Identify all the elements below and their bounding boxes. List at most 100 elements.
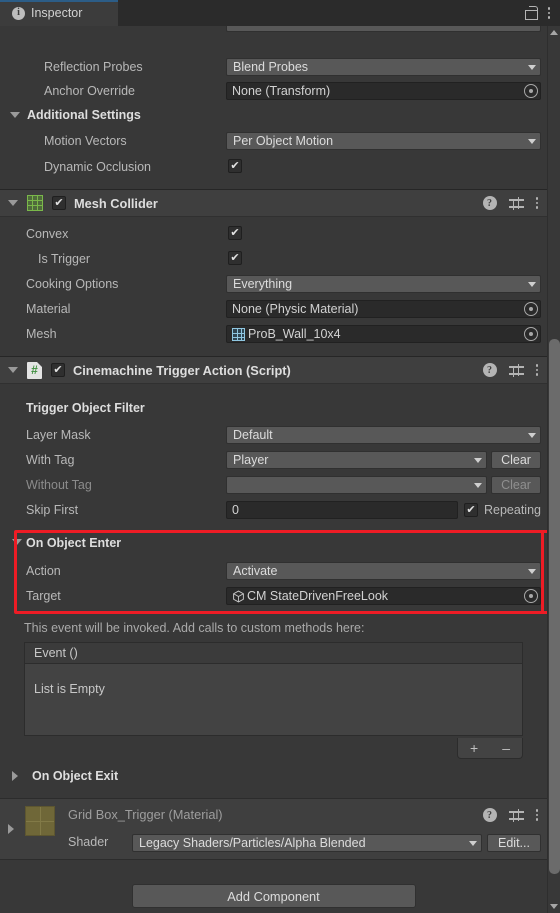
event-list-body[interactable]: List is Empty: [24, 664, 523, 736]
chevron-down-icon: [528, 568, 536, 574]
chevron-down-icon: [469, 840, 477, 846]
help-icon[interactable]: ?: [482, 196, 497, 210]
foldout-arrow-down-icon[interactable]: [8, 367, 18, 373]
clear-without-tag-button[interactable]: Clear: [491, 476, 541, 494]
field-reflection-probes: Blend Probes: [226, 58, 541, 76]
field-cooking-options: Everything: [226, 275, 541, 293]
popup-shader[interactable]: Legacy Shaders/Particles/Alpha Blended: [132, 834, 482, 852]
add-component-area: Add Component: [0, 872, 547, 913]
tab-inspector[interactable]: i Inspector: [0, 0, 118, 26]
info-icon: i: [12, 6, 25, 20]
event-list-header[interactable]: Event (): [24, 642, 523, 664]
label-is-trigger: Is Trigger: [38, 252, 91, 266]
label-enter-target: Target: [26, 589, 61, 603]
lock-open-icon[interactable]: [524, 6, 538, 20]
chevron-down-icon: [474, 457, 482, 463]
scroll-up-arrow[interactable]: [550, 30, 558, 35]
object-field-collider-material[interactable]: None (Physic Material): [226, 300, 541, 318]
edit-shader-button[interactable]: Edit...: [487, 834, 541, 852]
object-picker-icon[interactable]: [524, 302, 538, 316]
help-icon[interactable]: ?: [482, 363, 497, 377]
label-on-object-exit: On Object Exit: [32, 769, 119, 783]
foldout-arrow-down-icon: [10, 112, 20, 118]
foldout-arrow-down-icon: [12, 538, 22, 545]
object-field-anchor-override-value: None (Transform): [232, 84, 331, 98]
field-motion-vectors: Per Object Motion: [226, 132, 541, 150]
checkbox-repeating[interactable]: [464, 503, 478, 517]
object-picker-icon[interactable]: [524, 327, 538, 341]
preset-settings-icon[interactable]: [508, 196, 524, 210]
scrollbar-thumb[interactable]: [549, 339, 560, 874]
foldout-on-object-exit[interactable]: On Object Exit: [12, 766, 118, 786]
material-actions: ?: [482, 808, 538, 822]
foldout-arrow-down-icon[interactable]: [8, 200, 18, 206]
field-is-trigger: [228, 251, 242, 265]
field-skip-first: 0 Repeating: [226, 501, 541, 519]
kebab-menu-icon[interactable]: [535, 364, 538, 376]
component-header-cinemachine-trigger-action[interactable]: # Cinemachine Trigger Action (Script) ?: [0, 356, 547, 384]
foldout-material[interactable]: [8, 823, 21, 837]
mesh-icon: [232, 327, 245, 341]
popup-with-tag[interactable]: Player: [226, 451, 487, 469]
popup-without-tag[interactable]: [226, 476, 487, 494]
field-without-tag: Clear: [226, 476, 541, 494]
prefab-cube-icon: [232, 589, 245, 603]
object-picker-icon[interactable]: [524, 589, 538, 603]
label-dynamic-occlusion: Dynamic Occlusion: [44, 160, 151, 174]
kebab-menu-icon[interactable]: [535, 809, 538, 821]
add-component-button[interactable]: Add Component: [131, 884, 416, 908]
label-additional-settings: Additional Settings: [27, 108, 141, 122]
event-list: Event () List is Empty: [24, 642, 523, 736]
popup-motion-vectors[interactable]: Per Object Motion: [226, 132, 541, 150]
input-skip-first[interactable]: 0: [226, 501, 458, 519]
checkbox-mesh-collider-enabled[interactable]: [52, 196, 66, 210]
label-repeating: Repeating: [484, 503, 541, 517]
object-picker-icon[interactable]: [524, 84, 538, 98]
object-field-anchor-override[interactable]: None (Transform): [226, 82, 541, 100]
object-field-enter-target[interactable]: CM StateDrivenFreeLook: [226, 587, 541, 605]
inspector-content: Reflection Probes Blend Probes Anchor Ov…: [0, 26, 557, 913]
cut-off-popup[interactable]: [226, 26, 541, 32]
label-collider-material: Material: [26, 302, 71, 316]
label-cooking-options: Cooking Options: [26, 277, 119, 291]
add-event-button[interactable]: +: [470, 740, 478, 756]
checkbox-is-trigger[interactable]: [228, 251, 242, 265]
field-with-tag: Player Clear: [226, 451, 541, 469]
vertical-scrollbar[interactable]: [547, 26, 560, 913]
tab-bar-actions: [524, 0, 560, 26]
tab-inspector-label: Inspector: [31, 6, 83, 20]
inspector-tab-bar: i Inspector: [0, 0, 560, 26]
popup-cooking-options-value: Everything: [233, 277, 293, 291]
popup-cooking-options[interactable]: Everything: [226, 275, 541, 293]
preset-settings-icon[interactable]: [508, 808, 524, 822]
popup-enter-action[interactable]: Activate: [226, 562, 541, 580]
checkbox-dynamic-occlusion[interactable]: [228, 159, 242, 173]
help-icon[interactable]: ?: [482, 808, 497, 822]
row-convex: Convex: [0, 222, 547, 246]
remove-event-button[interactable]: –: [502, 740, 510, 756]
event-list-empty-label: List is Empty: [34, 682, 105, 696]
component-title-mesh-collider: Mesh Collider: [74, 195, 158, 211]
event-list-buttons: + –: [457, 738, 523, 759]
event-list-header-label: Event (): [34, 646, 78, 660]
label-mesh: Mesh: [26, 327, 57, 341]
label-motion-vectors: Motion Vectors: [44, 134, 127, 148]
kebab-menu-icon[interactable]: [535, 197, 538, 209]
preset-settings-icon[interactable]: [508, 363, 524, 377]
popup-reflection-probes[interactable]: Blend Probes: [226, 58, 541, 76]
field-anchor-override: None (Transform): [226, 82, 541, 100]
checkbox-cinemachine-trigger-action-enabled[interactable]: [51, 363, 65, 377]
row-with-tag: With Tag Player Clear: [0, 448, 547, 472]
row-layer-mask: Layer Mask Default: [0, 423, 547, 447]
popup-layer-mask[interactable]: Default: [226, 426, 541, 444]
object-field-mesh[interactable]: ProB_Wall_10x4: [226, 325, 541, 343]
clear-with-tag-button[interactable]: Clear: [491, 451, 541, 469]
scroll-down-arrow[interactable]: [550, 904, 558, 909]
label-enter-action: Action: [26, 564, 61, 578]
checkbox-convex[interactable]: [228, 226, 242, 240]
popup-enter-action-value: Activate: [233, 564, 278, 578]
component-header-mesh-collider[interactable]: Mesh Collider ?: [0, 189, 547, 217]
foldout-additional-settings[interactable]: Additional Settings: [0, 104, 547, 126]
row-without-tag: Without Tag Clear: [0, 473, 547, 497]
kebab-menu-icon[interactable]: [547, 7, 550, 19]
